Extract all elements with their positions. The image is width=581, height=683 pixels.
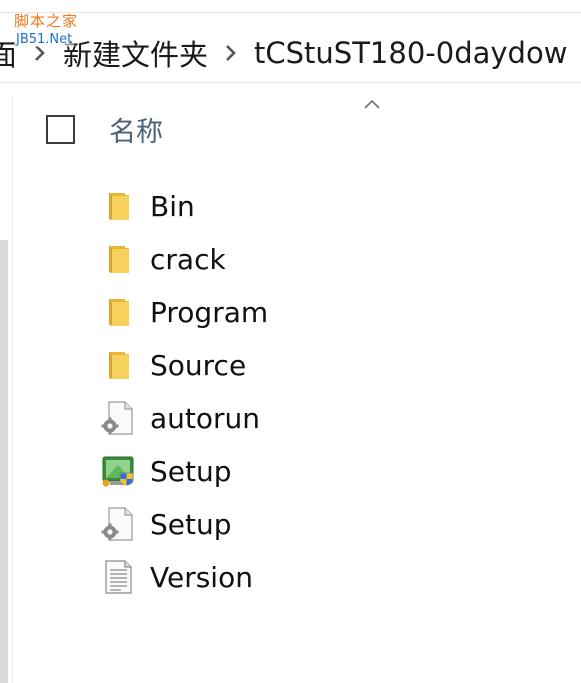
- folder-icon: [100, 347, 136, 383]
- window-top-strip: [0, 0, 581, 13]
- list-item-crack[interactable]: crack: [100, 234, 226, 284]
- watermark-text: 脚本之家: [14, 12, 79, 30]
- breadcrumb-item-new-folder[interactable]: 新建文件夹: [59, 32, 212, 74]
- column-header-row: 名称: [46, 110, 163, 149]
- file-name: Program: [150, 295, 269, 329]
- list-item-source[interactable]: Source: [100, 340, 246, 390]
- folder-icon: [100, 241, 136, 277]
- breadcrumb-item-current-folder[interactable]: tCStuST180-0daydow: [250, 36, 571, 70]
- breadcrumb: 面 新建文件夹 tCStuST180-0daydow: [0, 22, 581, 84]
- file-name: crack: [150, 242, 226, 276]
- file-name: Setup: [150, 507, 232, 541]
- file-name: Source: [150, 348, 247, 382]
- chevron-up-icon[interactable]: [362, 96, 382, 110]
- list-item-version[interactable]: Version: [100, 552, 253, 602]
- list-item-bin[interactable]: Bin: [100, 181, 195, 231]
- text-file-icon: [100, 559, 136, 595]
- navigation-pane-scrollbar[interactable]: [0, 240, 8, 683]
- folder-icon: [100, 188, 136, 224]
- address-bar-divider: [0, 82, 581, 83]
- list-item-program[interactable]: Program: [100, 287, 268, 337]
- watermark-url: JB51.Net: [14, 32, 75, 47]
- settings-file-icon: [100, 506, 136, 542]
- installer-icon: [100, 453, 136, 489]
- list-item-autorun[interactable]: autorun: [100, 393, 260, 443]
- file-name: Setup: [150, 454, 232, 488]
- folder-icon: [100, 294, 136, 330]
- chevron-right-icon[interactable]: [212, 33, 250, 73]
- settings-file-icon: [100, 400, 136, 436]
- file-name: autorun: [150, 401, 261, 435]
- file-name: Bin: [150, 189, 195, 223]
- column-header-name[interactable]: 名称: [109, 110, 163, 149]
- select-all-checkbox[interactable]: [46, 114, 75, 144]
- file-name: Version: [150, 560, 253, 594]
- list-item-setup-settings[interactable]: Setup: [100, 499, 232, 549]
- list-item-setup-installer[interactable]: Setup: [100, 446, 232, 496]
